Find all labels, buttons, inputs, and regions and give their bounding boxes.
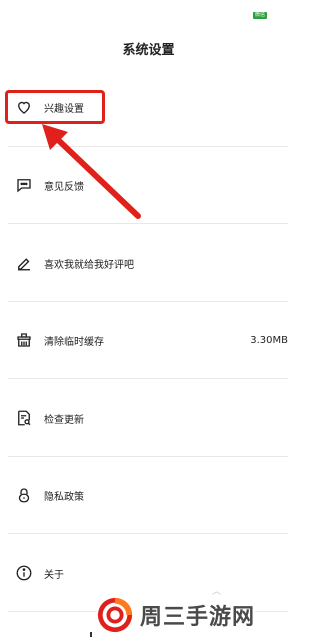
watermark-text: 周三手游网 xyxy=(140,605,256,630)
menu-item-rate-us[interactable]: 喜欢我就给我好评吧 xyxy=(8,243,288,283)
watermark-logo-icon xyxy=(97,597,133,633)
pen-icon xyxy=(15,254,33,272)
divider xyxy=(8,301,288,302)
status-badge: 微信 xyxy=(253,12,268,19)
basket-icon xyxy=(15,331,33,349)
menu-item-label: 检查更新 xyxy=(44,414,84,426)
divider xyxy=(8,533,288,534)
lock-icon xyxy=(15,486,33,504)
menu-item-label: 喜欢我就给我好评吧 xyxy=(44,259,134,271)
info-icon xyxy=(15,564,33,582)
divider xyxy=(8,378,288,379)
menu-item-about[interactable]: 关于 xyxy=(8,553,288,593)
annotation-arrow xyxy=(42,124,141,219)
cache-size-value: 3.30MB xyxy=(250,334,288,346)
menu-item-label: 关于 xyxy=(44,569,64,581)
menu-item-label: 清除临时缓存 xyxy=(44,336,104,348)
bottom-indicator xyxy=(90,632,92,637)
menu-item-check-update[interactable]: 检查更新 xyxy=(8,398,288,438)
page-title: 系统设置 xyxy=(122,43,175,58)
menu-item-clear-cache[interactable]: 清除临时缓存 3.30MB xyxy=(8,320,288,360)
watermark: 周三手游网 xyxy=(96,596,256,634)
feedback-icon xyxy=(15,176,33,194)
document-search-icon xyxy=(15,409,33,427)
divider xyxy=(8,456,288,457)
menu-item-privacy-policy[interactable]: 隐私政策 xyxy=(8,475,288,515)
menu-item-label: 隐私政策 xyxy=(44,491,84,503)
divider xyxy=(8,223,288,224)
